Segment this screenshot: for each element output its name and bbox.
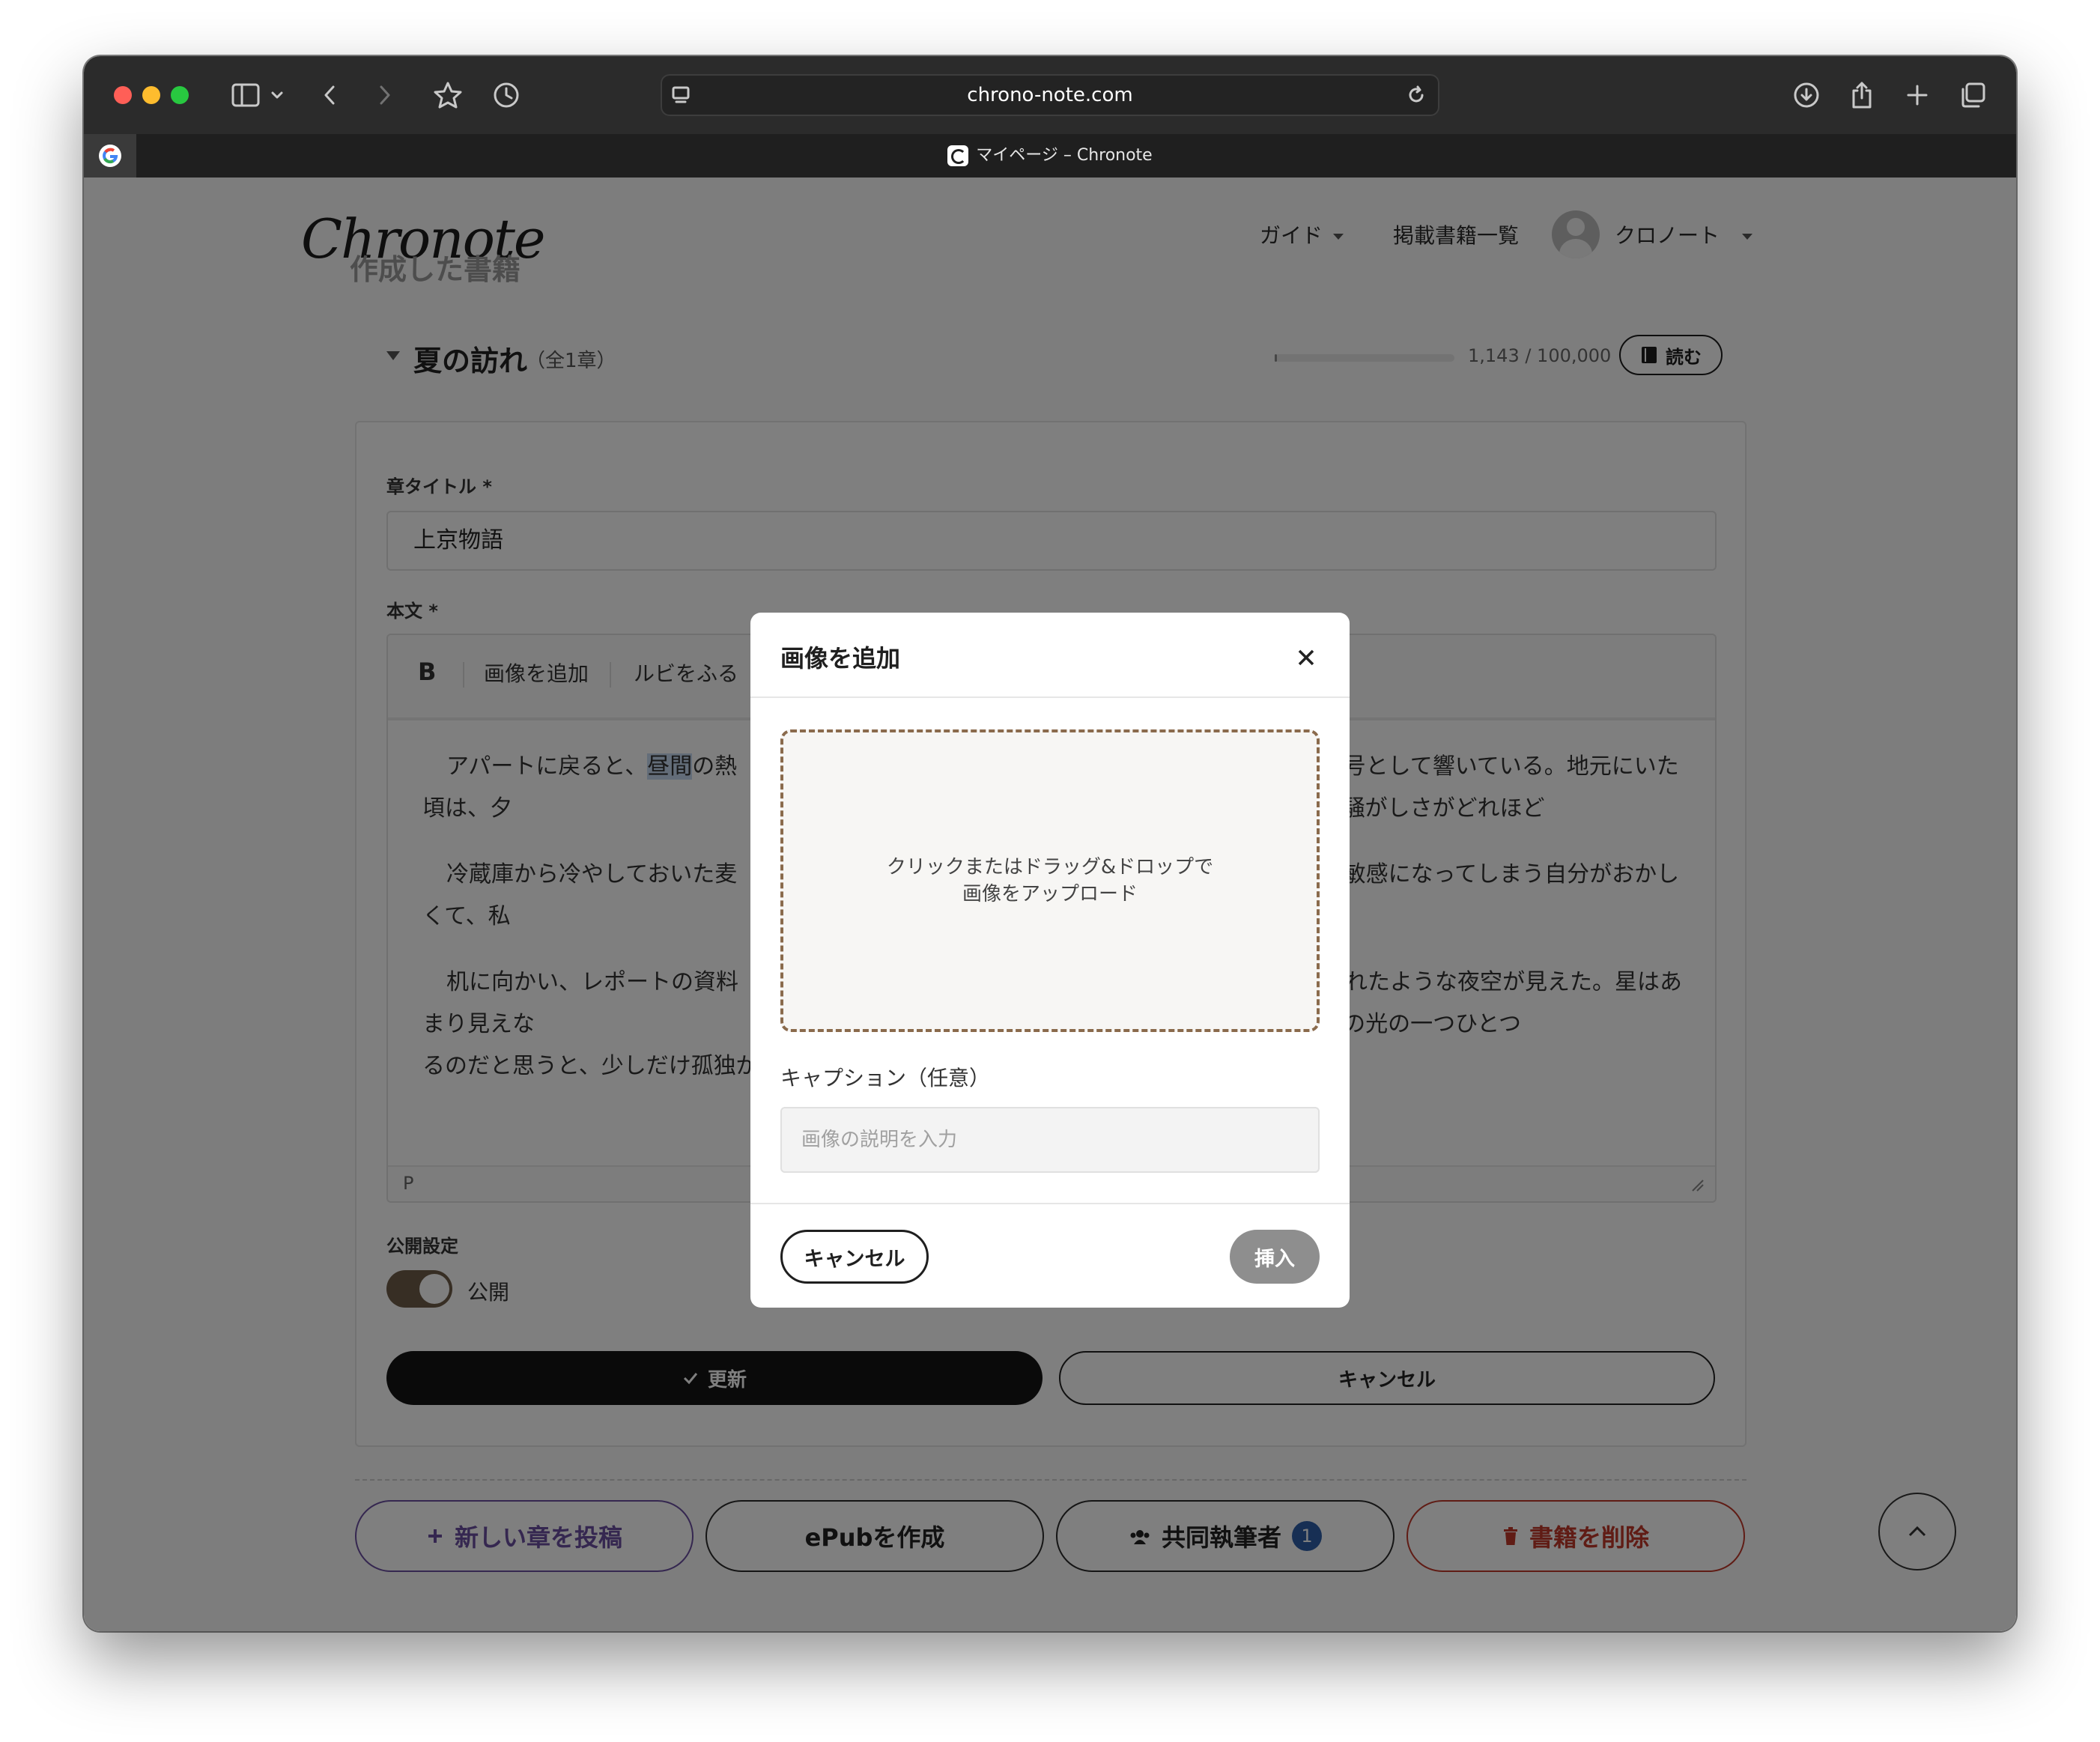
- modal-header: 画像を追加: [750, 613, 1350, 698]
- tab-title: マイページ – Chronote: [976, 146, 1153, 165]
- add-image-modal: 画像を追加 クリックまたはドラッグ&ドロップで 画像をアップロード キャプション…: [750, 613, 1350, 1308]
- chronote-favicon-icon: [947, 145, 969, 166]
- address-bar[interactable]: chrono-note.com: [661, 74, 1439, 116]
- close-window-button[interactable]: [114, 86, 132, 104]
- modal-title: 画像を追加: [780, 644, 901, 673]
- dropzone-text-line2: 画像をアップロード: [962, 883, 1138, 905]
- image-dropzone[interactable]: クリックまたはドラッグ&ドロップで 画像をアップロード: [780, 729, 1320, 1032]
- bookmark-star-icon[interactable]: [431, 76, 464, 115]
- chevron-down-icon[interactable]: [268, 76, 286, 115]
- page: Chronote 作成した書籍 ガイド 掲載書籍一覧 クロノート 夏の訪れ （全…: [84, 177, 2016, 1631]
- minimize-window-button[interactable]: [142, 86, 160, 104]
- sidebar-toggle-icon[interactable]: [229, 76, 262, 115]
- caption-label: キャプション（任意）: [780, 1066, 991, 1090]
- browser-toolbar: chrono-note.com: [84, 56, 2016, 134]
- maximize-window-button[interactable]: [171, 86, 189, 104]
- back-icon[interactable]: [318, 76, 342, 115]
- active-tab[interactable]: マイページ – Chronote: [84, 134, 2016, 177]
- caption-input[interactable]: 画像の説明を入力: [780, 1107, 1320, 1173]
- forward-icon[interactable]: [373, 76, 397, 115]
- modal-footer: キャンセル 挿入: [750, 1203, 1350, 1308]
- history-icon[interactable]: [490, 76, 523, 115]
- dropzone-text-line1: クリックまたはドラッグ&ドロップで: [886, 856, 1214, 878]
- reload-icon[interactable]: [1403, 76, 1429, 115]
- url-text: chrono-note.com: [967, 84, 1133, 106]
- insert-button[interactable]: 挿入: [1230, 1230, 1320, 1284]
- new-tab-icon[interactable]: [1901, 76, 1934, 115]
- modal-cancel-button[interactable]: キャンセル: [780, 1230, 929, 1284]
- browser-window: chrono-note.com マイページ – Chronote 画像を追加 ク…: [84, 56, 2016, 1631]
- close-icon[interactable]: [1291, 643, 1321, 673]
- download-icon[interactable]: [1790, 76, 1823, 115]
- share-icon[interactable]: [1845, 76, 1878, 115]
- tab-overview-icon[interactable]: [1956, 76, 1989, 115]
- tab-strip: マイページ – Chronote: [84, 134, 2016, 177]
